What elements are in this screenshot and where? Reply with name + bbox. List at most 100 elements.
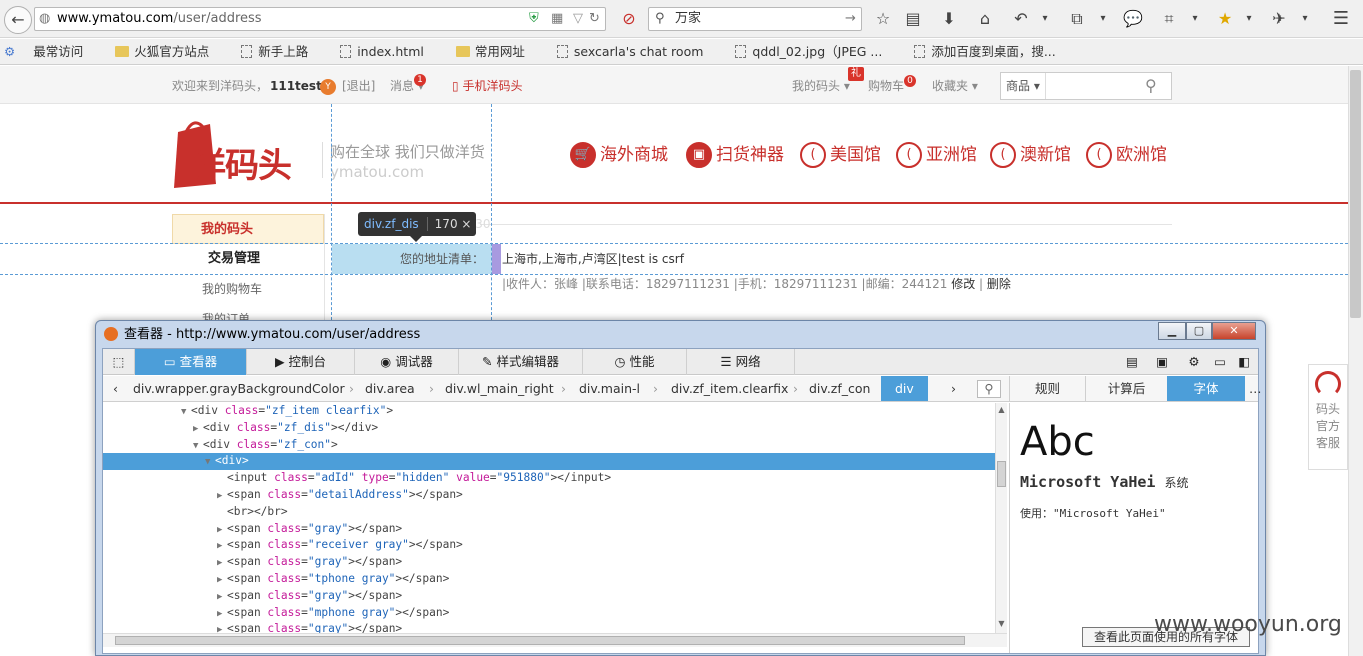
chevron-down-icon[interactable]: ▾ [1032,6,1058,32]
mobile-link[interactable]: ▯ 手机洋码头 [452,66,522,106]
reload-icon[interactable]: ↻ [589,8,600,30]
page-scrollbar-thumb[interactable] [1350,70,1361,318]
markup-line[interactable]: ▶ <span class="gray"></span> [103,588,995,605]
markup-line[interactable]: ▶ <span class="mphone gray"></span> [103,605,995,622]
star-icon[interactable]: ☆ [870,6,896,32]
nav-europe[interactable]: (欧洲馆 [1086,140,1167,170]
settings-gear-icon[interactable]: ⚙ [1181,349,1207,375]
favorites-menu[interactable]: 收藏夹 ▾ [932,66,978,106]
go-arrow-icon[interactable]: → [845,8,856,30]
collapsed-triangle-icon[interactable]: ▶ [217,606,227,623]
markup-line[interactable]: <br></br> [103,504,995,521]
markup-vscroll[interactable]: ▲ ▼ [995,403,1007,633]
delete-link[interactable]: 删除 [987,277,1011,291]
site-search-input[interactable] [1049,73,1139,99]
qr-icon[interactable]: ▦ [551,8,563,30]
collapsed-triangle-icon[interactable]: ▶ [193,421,203,438]
sidebar-my-cart[interactable]: 我的购物车 [172,274,324,304]
collapsed-triangle-icon[interactable]: ▶ [217,572,227,589]
reading-list-icon[interactable]: ▤ [900,6,926,32]
bookmark-item[interactable]: sexcarla's chat room [556,39,718,65]
markup-vscroll-thumb[interactable] [997,461,1006,487]
url-bar[interactable]: ◍ www.ymatou.com/user/address ⛨ ▦ ▽ ↻ [34,7,606,31]
nav-oceania[interactable]: (澳新馆 [990,140,1071,170]
more-icon[interactable]: … [1249,376,1262,401]
bookmark-item[interactable]: 火狐官方站点 [115,39,223,65]
chevron-down-icon[interactable]: ▾ [1236,6,1262,32]
search-icon[interactable]: ⚲ [1145,73,1157,99]
customer-service-widget[interactable]: 码头 官方 客服 [1308,364,1348,470]
tab-console[interactable]: ▶ 控制台 [247,349,355,375]
chevron-down-icon[interactable]: ▾ [1182,6,1208,32]
side-tab-fonts[interactable]: 字体 [1167,376,1245,401]
markup-line[interactable]: ▶ <span class="receiver gray"></span> [103,537,995,554]
extension-icon[interactable]: ✈ [1266,6,1292,32]
breadcrumb-item[interactable]: div.main-l [579,376,640,401]
back-arrow-icon[interactable]: ← [4,6,32,34]
collapsed-triangle-icon[interactable]: ▶ [217,622,227,633]
markup-line[interactable]: ▶ <div class="zf_dis"></div> [103,420,995,437]
shield-icon[interactable]: ⛨ [529,8,539,30]
addon-icon[interactable]: ⊘ [616,6,642,32]
minimize-button[interactable]: ▁ [1158,322,1186,340]
breadcrumb-item[interactable]: div.area [365,376,415,401]
markup-line[interactable]: ▼ <div> [103,453,995,471]
breadcrumb-item[interactable]: div.zf_item.clearfix [671,376,788,401]
bookmark-item[interactable]: index.html [340,39,438,65]
scroll-down-icon[interactable]: ▼ [997,619,1006,629]
tab-performance[interactable]: ◷ 性能 [583,349,687,375]
nav-overseas-mall[interactable]: 🛒 海外商城 [570,140,668,170]
nav-usa[interactable]: (美国馆 [800,140,881,170]
my-matou-menu[interactable]: 我的码头 ▾ [792,66,850,106]
bookmark-item[interactable]: ⚙ 最常访问 [4,39,97,65]
collapsed-triangle-icon[interactable]: ▶ [217,589,227,606]
dropdown-icon[interactable]: ▽ [573,8,583,30]
breadcrumb-item[interactable]: div.zf_con [809,376,870,401]
copy-icon[interactable]: ⧉ [1064,6,1090,32]
markup-line[interactable]: ▶ <span class="gray"></span> [103,521,995,538]
markup-line[interactable]: ▼ <div class="zf_item clearfix"> [103,403,995,420]
dock-side-icon[interactable]: ◧ [1233,349,1255,375]
crop-icon[interactable]: ⌗ [1156,6,1182,32]
markup-hscroll-thumb[interactable] [115,636,965,645]
chevron-down-icon[interactable]: ▾ [1090,6,1116,32]
expanded-triangle-icon[interactable]: ▼ [181,404,191,421]
collapsed-triangle-icon[interactable]: ▶ [217,555,227,572]
markup-hscroll[interactable] [103,633,1007,647]
expanded-triangle-icon[interactable]: ▼ [193,438,203,455]
edit-link[interactable]: 修改 [951,277,975,291]
expanded-triangle-icon[interactable]: ▼ [205,454,215,471]
split-console-icon[interactable]: ▤ [1119,349,1145,375]
breadcrumb-item[interactable]: div.wl_main_right [445,376,554,401]
sidebar-my-matou[interactable]: 我的码头 [172,214,324,244]
favorites-icon[interactable]: ★ [1212,6,1238,32]
search-category-select[interactable]: 商品 ▾ [1006,73,1040,99]
tab-style-editor[interactable]: ✎ 样式编辑器 [459,349,583,375]
bookmark-item[interactable]: 新手上路 [241,39,322,65]
search-input[interactable]: ⚲ 万家 → [648,7,862,31]
undo-icon[interactable]: ↶ [1008,6,1034,32]
collapsed-triangle-icon[interactable]: ▶ [217,522,227,539]
site-logo[interactable]: 洋码头 [170,114,310,190]
markup-line[interactable]: ▼ <div class="zf_con"> [103,437,995,454]
messages-menu[interactable]: 消息 ▾ [390,66,424,106]
bookmark-item[interactable]: qddl_02.jpg（JPEG ... [735,39,896,65]
scroll-up-icon[interactable]: ▲ [997,405,1006,415]
breadcrumb-back-icon[interactable]: ‹ [113,376,118,401]
menu-icon[interactable]: ☰ [1328,6,1354,32]
breadcrumb-forward-icon[interactable]: › [951,376,956,401]
breadcrumb-item-selected[interactable]: div [881,376,928,401]
nav-shopping-tool[interactable]: ▣ 扫货神器 [686,140,784,170]
search-icon[interactable]: ⚲ [977,380,1001,398]
dock-bottom-icon[interactable]: ▭ [1209,349,1231,375]
side-tab-rules[interactable]: 规则 [1009,376,1085,401]
responsive-icon[interactable]: ▣ [1149,349,1175,375]
tab-network[interactable]: ☰ 网络 [687,349,795,375]
pick-element-icon[interactable]: ⬚ [103,349,135,375]
cart-link[interactable]: 购物车 [868,66,904,106]
maximize-button[interactable]: ▢ [1186,322,1212,340]
markup-line[interactable]: ▶ <span class="gray"></span> [103,554,995,571]
side-tab-computed[interactable]: 计算后 [1085,376,1167,401]
chevron-down-icon[interactable]: ▾ [1292,6,1318,32]
breadcrumb-item[interactable]: div.wrapper.grayBackgroundColor [133,376,345,401]
